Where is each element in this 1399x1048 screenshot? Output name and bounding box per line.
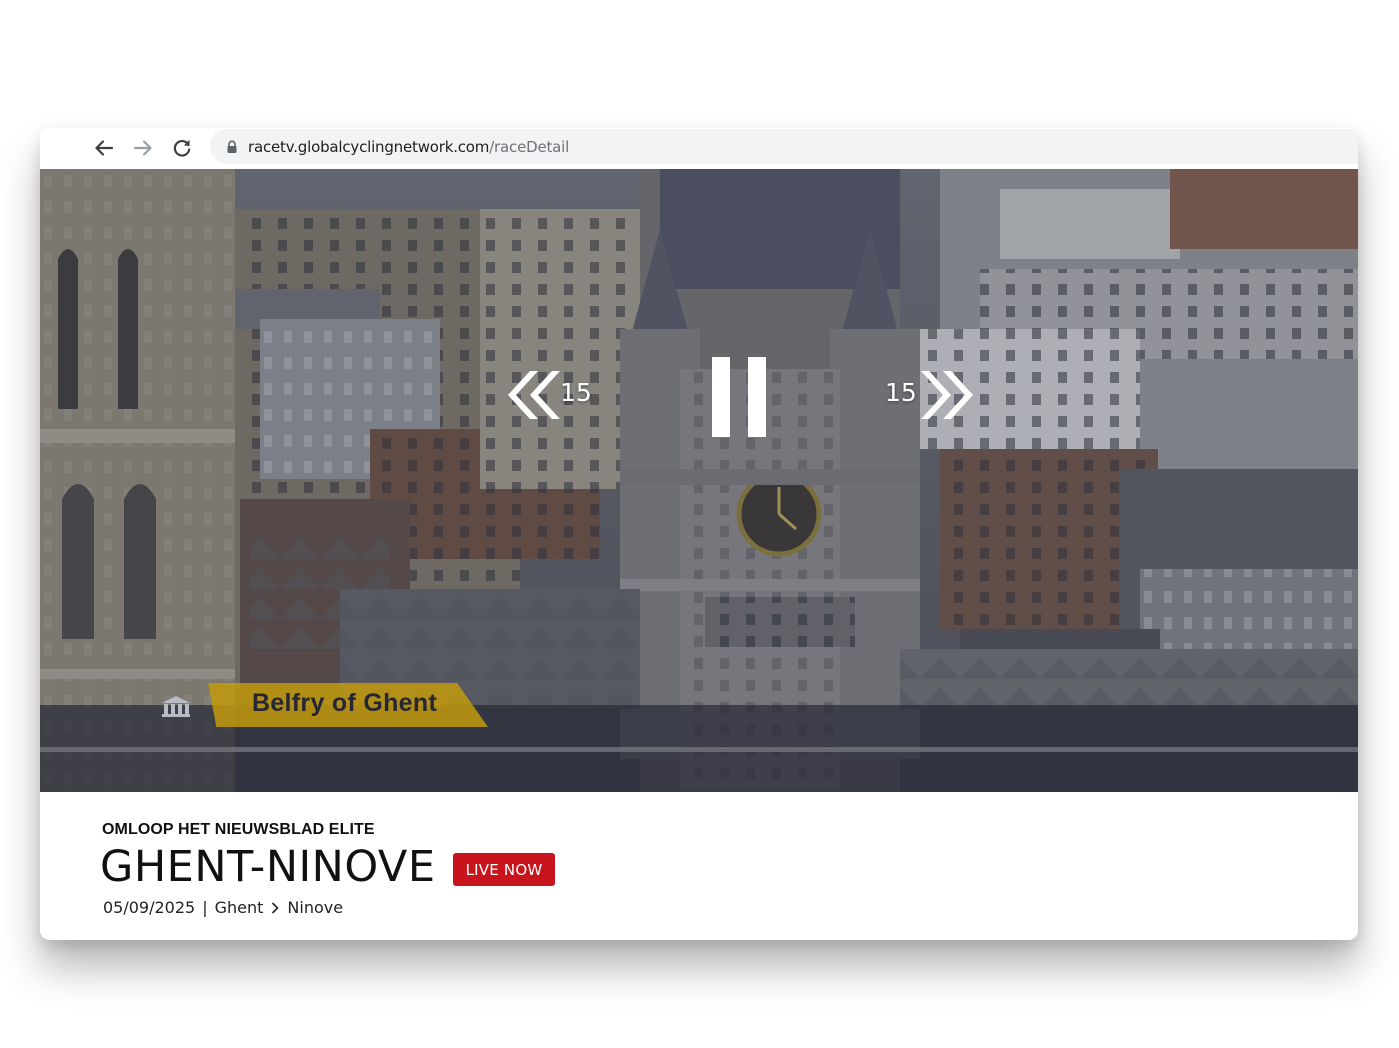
- building-icon: [162, 696, 190, 717]
- skip-back-button[interactable]: 15: [500, 365, 600, 425]
- pause-button[interactable]: [710, 355, 770, 439]
- reload-button[interactable]: [168, 134, 196, 162]
- reload-icon: [173, 139, 191, 157]
- race-date: 05/09/2025: [103, 898, 196, 917]
- race-info-panel: OMLOOP HET NIEUWSBLAD ELITE GHENT-NINOVE…: [40, 792, 1358, 940]
- skip-forward-button[interactable]: 15: [885, 365, 975, 425]
- progress-track[interactable]: [40, 747, 1358, 752]
- double-chevron-left-icon: [508, 371, 560, 419]
- url-host: racetv.globalcyclingnetwork.com: [248, 137, 490, 156]
- url-path: /raceDetail: [489, 137, 570, 156]
- forward-button[interactable]: [129, 134, 157, 162]
- address-bar[interactable]: racetv.globalcyclingnetwork.com/raceDeta…: [210, 129, 1358, 164]
- chevron-right-icon: [271, 901, 280, 914]
- back-button[interactable]: [90, 134, 118, 162]
- pause-icon: [712, 357, 766, 437]
- double-chevron-right-icon: [921, 371, 973, 419]
- race-finish: Ninove: [287, 898, 344, 917]
- race-title: GHENT-NINOVE: [100, 842, 436, 892]
- video-player[interactable]: 15 15 Belfry of Ghent: [40, 169, 1358, 792]
- arrow-left-icon: [95, 140, 114, 156]
- race-start: Ghent: [214, 898, 264, 917]
- race-meta: 05/09/2025 | Ghent Ninove: [103, 898, 343, 917]
- race-series: OMLOOP HET NIEUWSBLAD ELITE: [102, 821, 375, 838]
- skip-back-seconds: 15: [560, 378, 592, 407]
- browser-toolbar: racetv.globalcyclingnetwork.com/raceDeta…: [40, 128, 1358, 169]
- url-text: racetv.globalcyclingnetwork.com/raceDeta…: [248, 138, 569, 156]
- arrow-right-icon: [133, 140, 152, 156]
- browser-window: racetv.globalcyclingnetwork.com/raceDeta…: [40, 128, 1358, 940]
- meta-separator: |: [202, 898, 208, 917]
- lock-icon: [226, 139, 238, 154]
- live-now-badge: LIVE NOW: [453, 853, 555, 886]
- location-caption: Belfry of Ghent: [252, 689, 438, 717]
